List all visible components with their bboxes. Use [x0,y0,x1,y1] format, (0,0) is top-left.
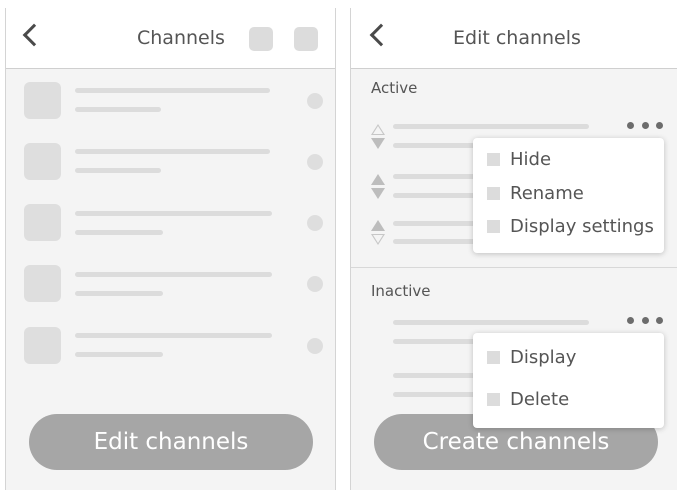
reorder-arrows-icon[interactable] [371,124,385,150]
menu-item-icon [487,220,500,233]
menu-item-label: Display settings [510,216,654,237]
menu-item-rename[interactable]: Rename [487,183,584,204]
channel-name-placeholder [393,373,479,378]
move-up-icon[interactable] [371,124,385,135]
reorder-arrows-icon[interactable] [371,220,385,246]
move-up-icon[interactable] [371,220,385,231]
menu-item-icon [487,393,500,406]
channel-detail-placeholder [393,143,479,148]
channel-name-placeholder [393,124,589,129]
status-indicator [307,338,323,354]
more-options-icon[interactable] [627,122,663,130]
page-title: Edit channels [453,27,581,49]
status-indicator [307,215,323,231]
menu-item-icon [487,351,500,364]
menu-item-label: Rename [510,183,584,204]
header: Edit channels [351,8,677,69]
page-title: Channels [137,27,225,49]
channel-detail-placeholder [75,230,163,235]
channel-detail-placeholder [75,168,161,173]
menu-item-display[interactable]: Display [487,347,576,368]
channel-name-placeholder [393,221,479,226]
section-divider [351,267,677,268]
channel-thumbnail [24,204,61,241]
back-arrow-icon[interactable] [369,23,393,47]
menu-item-icon [487,153,500,166]
channel-detail-placeholder [75,291,163,296]
channel-detail-placeholder [393,239,479,244]
move-down-icon[interactable] [371,234,385,245]
status-indicator [307,276,323,292]
header-action-button-2[interactable] [294,27,318,51]
channel-thumbnail [24,327,61,364]
menu-item-label: Display [510,347,577,368]
channel-detail-placeholder [75,107,161,112]
move-down-icon[interactable] [371,188,385,199]
menu-item-delete[interactable]: Delete [487,389,569,410]
menu-item-hide[interactable]: Hide [487,149,551,170]
channel-name-placeholder [75,272,272,277]
inactive-channel-options-menu: Display Delete [473,333,664,428]
menu-item-label: Delete [510,389,570,410]
menu-item-label: Hide [510,149,552,170]
channel-thumbnail [24,82,61,119]
channel-thumbnail [24,143,61,180]
menu-item-display-settings[interactable]: Display settings [487,216,654,237]
channel-name-placeholder [75,88,270,93]
channel-detail-placeholder [75,352,163,357]
channel-detail-placeholder [393,193,479,198]
more-options-icon[interactable] [627,317,663,325]
active-channel-options-menu: Hide Rename Display settings [473,138,664,253]
header-action-button-1[interactable] [249,27,273,51]
channel-name-placeholder [393,320,589,325]
channel-detail-placeholder [393,339,479,344]
channel-name-placeholder [75,149,270,154]
channel-name-placeholder [393,174,479,179]
status-indicator [307,93,323,109]
channel-detail-placeholder [393,392,479,397]
section-label-inactive: Inactive [371,282,431,300]
channel-thumbnail [24,265,61,302]
edit-channels-button[interactable]: Edit channels [29,414,313,470]
edit-channels-screen: Edit channels Active Hide Rename Display… [350,8,677,490]
channel-name-placeholder [75,333,272,338]
status-indicator [307,154,323,170]
channel-name-placeholder [75,211,272,216]
reorder-arrows-icon[interactable] [371,174,385,200]
back-arrow-icon[interactable] [22,23,46,47]
header: Channels [6,8,335,69]
move-up-icon[interactable] [371,174,385,185]
menu-item-icon [487,187,500,200]
move-down-icon[interactable] [371,138,385,149]
section-label-active: Active [371,79,418,97]
channels-screen: Channels Edit channels [5,8,336,490]
